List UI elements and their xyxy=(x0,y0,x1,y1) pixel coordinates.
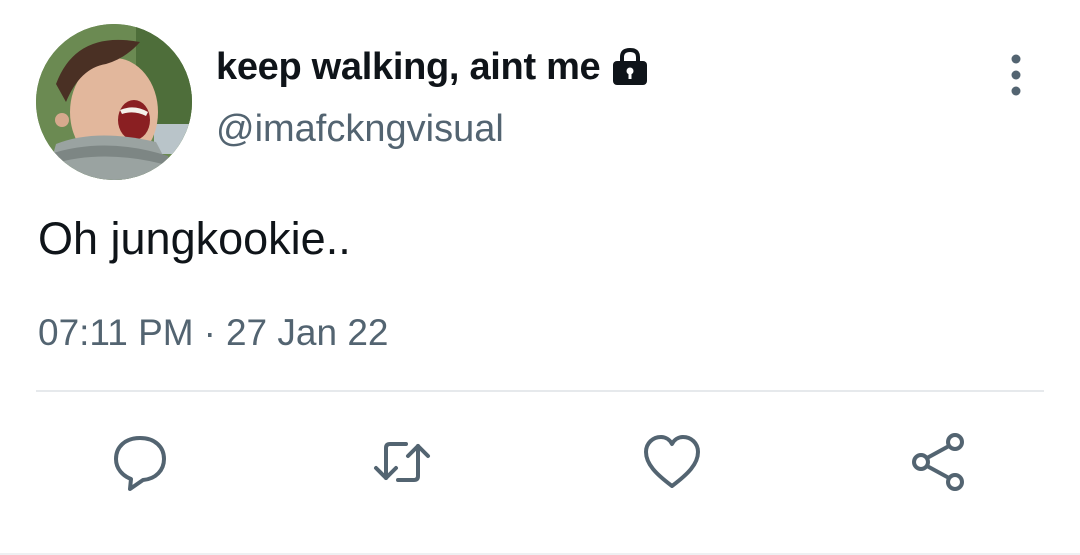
share-button[interactable] xyxy=(908,432,968,492)
timestamp[interactable]: 07:11 PM · 27 Jan 22 xyxy=(38,312,388,354)
comment-icon xyxy=(114,436,166,491)
divider xyxy=(36,390,1044,392)
tweet-date: 27 Jan 22 xyxy=(225,312,389,353)
more-vertical-icon[interactable] xyxy=(996,50,1036,100)
tweet-time: 07:11 PM xyxy=(38,312,194,353)
lock-icon xyxy=(610,47,650,87)
tweet-text: Oh jungkookie.. xyxy=(38,213,351,264)
share-icon xyxy=(912,433,964,491)
user-handle[interactable]: @imafckngvisual xyxy=(216,108,504,151)
avatar[interactable] xyxy=(36,24,192,180)
retweet-icon xyxy=(374,442,430,482)
reply-button[interactable] xyxy=(110,432,170,492)
display-name[interactable]: keep walking, aint me xyxy=(216,46,601,89)
like-button[interactable] xyxy=(642,432,702,492)
retweet-button[interactable] xyxy=(372,432,432,492)
profile-photo-icon xyxy=(36,24,192,180)
display-name-row: keep walking, aint me xyxy=(216,44,650,90)
tweet-card: keep walking, aint me @imafckngvisual Oh… xyxy=(0,0,1080,555)
timestamp-separator: · xyxy=(203,312,216,353)
heart-icon xyxy=(644,435,700,488)
